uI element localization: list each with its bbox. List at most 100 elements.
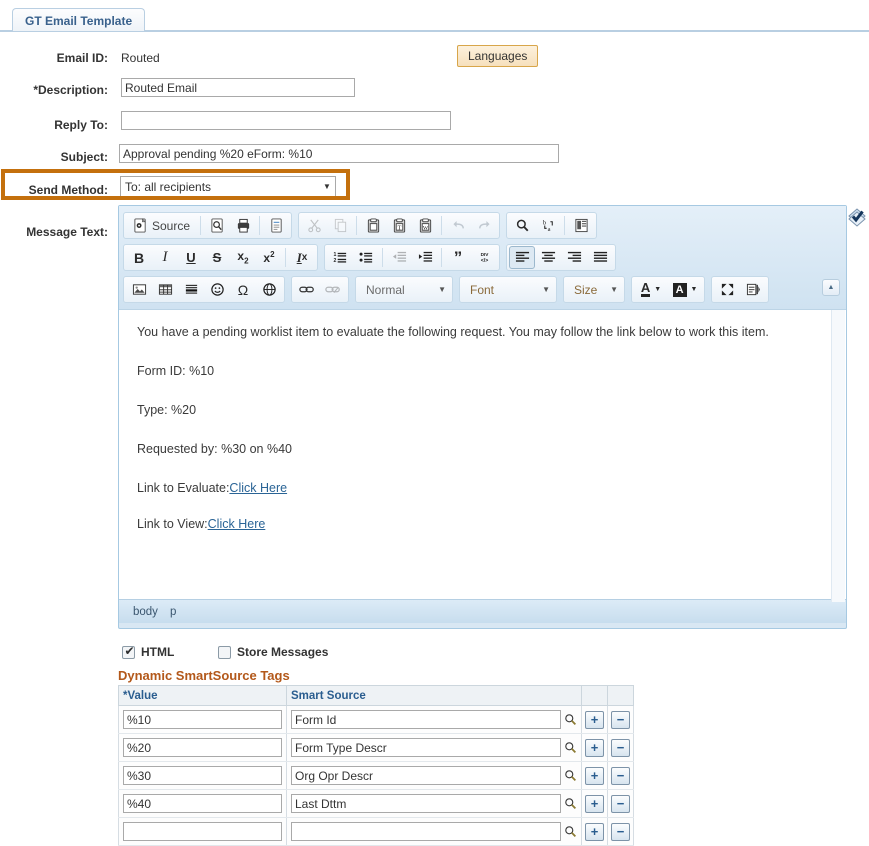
link-button[interactable] (294, 278, 320, 301)
font-family-select[interactable]: Font ▼ (459, 276, 557, 303)
value-input-4[interactable] (123, 794, 282, 813)
add-row-button-4[interactable]: + (585, 794, 604, 813)
remove-row-button-3[interactable]: − (611, 766, 630, 785)
link-view-click-here[interactable]: Click Here (208, 517, 266, 531)
blockquote-button[interactable]: ” (445, 246, 471, 269)
image-button[interactable] (126, 278, 152, 301)
text-color-button[interactable]: A ▼ (634, 278, 668, 301)
special-char-button[interactable]: Ω (230, 278, 256, 301)
remove-format-button[interactable]: Ix (289, 246, 315, 269)
value-input-3[interactable] (123, 766, 282, 785)
lookup-magnifier-icon-3[interactable] (564, 769, 577, 782)
superscript-button[interactable]: x2 (256, 246, 282, 269)
editor-toolbar: Source T W b a B I U S x2 x2 I x 1 2 ” D… (119, 206, 846, 309)
replace-button[interactable]: ba (535, 214, 561, 237)
maximize-button[interactable] (714, 278, 740, 301)
languages-button[interactable]: Languages (457, 45, 539, 67)
spellcheck-icon[interactable] (845, 205, 867, 227)
indent-button[interactable] (412, 246, 438, 269)
cell-value (118, 733, 287, 762)
select-all-button[interactable] (568, 214, 594, 237)
chevron-down-icon: ▼ (323, 182, 331, 191)
toolbar-row-2: B I U S x2 x2 Ix 12 ” DIV </> (123, 243, 842, 272)
remove-row-button-4[interactable]: − (611, 794, 630, 813)
align-left-button[interactable] (509, 246, 535, 269)
collapse-toolbar-button[interactable]: ▲ (822, 279, 840, 296)
smart-source-input-2[interactable] (291, 738, 561, 757)
cut-button[interactable] (301, 214, 327, 237)
unlink-button[interactable] (320, 278, 346, 301)
font-size-select[interactable]: Size ▼ (563, 276, 625, 303)
remove-row-button-5[interactable]: − (611, 822, 630, 841)
cell-value (118, 761, 287, 790)
show-blocks-button[interactable] (740, 278, 766, 301)
add-row-button-2[interactable]: + (585, 738, 604, 757)
editor-scrollbar[interactable] (831, 310, 845, 602)
elements-path-p[interactable]: p (170, 606, 176, 618)
italic-button[interactable]: I (152, 246, 178, 269)
redo-button[interactable] (471, 214, 497, 237)
outdent-button[interactable] (386, 246, 412, 269)
description-input[interactable] (121, 78, 355, 97)
horizontal-rule-button[interactable] (178, 278, 204, 301)
toolbar-separator (441, 216, 443, 235)
remove-row-button-2[interactable]: − (611, 738, 630, 757)
lookup-magnifier-icon-2[interactable] (564, 741, 577, 754)
underline-button[interactable]: U (178, 246, 204, 269)
bulleted-list-button[interactable] (353, 246, 379, 269)
table-icon (158, 284, 172, 295)
add-row-button-5[interactable]: + (585, 822, 604, 841)
send-method-label: Send Method: (28, 183, 108, 197)
print-button[interactable] (230, 214, 256, 237)
undo-button[interactable] (445, 214, 471, 237)
column-header-value[interactable]: *Value (118, 685, 287, 706)
div-container-button[interactable]: DIV </> (471, 246, 497, 269)
add-row-button-1[interactable]: + (585, 710, 604, 729)
subject-input[interactable] (119, 144, 559, 163)
strikethrough-button[interactable]: S (204, 246, 230, 269)
source-button[interactable]: Source (126, 214, 197, 237)
add-row-button-3[interactable]: + (585, 766, 604, 785)
paste-text-button[interactable]: T (386, 214, 412, 237)
chevron-down-icon: ▼ (438, 285, 446, 294)
iframe-button[interactable] (256, 278, 282, 301)
paste-icon (367, 218, 379, 233)
find-button[interactable] (509, 214, 535, 237)
table-button[interactable] (152, 278, 178, 301)
align-center-button[interactable] (535, 246, 561, 269)
align-justify-button[interactable] (587, 246, 613, 269)
templates-button[interactable] (263, 214, 289, 237)
smart-source-input-1[interactable] (291, 710, 561, 729)
smiley-button[interactable] (204, 278, 230, 301)
store-messages-checkbox[interactable] (218, 645, 231, 659)
paste-button[interactable] (360, 214, 386, 237)
align-right-button[interactable] (561, 246, 587, 269)
preview-button[interactable] (204, 214, 230, 237)
lookup-magnifier-icon-4[interactable] (564, 797, 577, 810)
paragraph-format-select[interactable]: Normal ▼ (355, 276, 453, 303)
value-input-1[interactable] (123, 710, 282, 729)
editor-content-area[interactable]: You have a pending worklist item to eval… (119, 309, 846, 599)
background-color-button[interactable]: A ▼ (668, 278, 702, 301)
toolbar-separator (356, 216, 358, 235)
column-header-smart-source[interactable]: Smart Source (286, 685, 582, 706)
lookup-magnifier-icon-5[interactable] (564, 825, 577, 838)
tab-gt-email-template[interactable]: GT Email Template (12, 8, 146, 31)
html-checkbox[interactable] (122, 644, 136, 659)
copy-button[interactable] (327, 214, 353, 237)
smart-source-input-3[interactable] (291, 766, 561, 785)
send-method-select[interactable]: To: all recipients ▼ (120, 176, 336, 197)
reply-to-input[interactable] (121, 111, 451, 130)
value-input-2[interactable] (123, 738, 282, 757)
smart-source-input-4[interactable] (291, 794, 561, 813)
lookup-magnifier-icon-1[interactable] (564, 713, 577, 726)
subscript-button[interactable]: x2 (230, 246, 256, 269)
subject-label: Subject: (60, 150, 108, 164)
numbered-list-button[interactable]: 12 (327, 246, 353, 269)
link-evaluate-click-here[interactable]: Click Here (229, 481, 287, 495)
cell-remove: − (607, 789, 634, 818)
remove-row-button-1[interactable]: − (611, 710, 630, 729)
paste-word-button[interactable]: W (412, 214, 438, 237)
bold-button[interactable]: B (126, 246, 152, 269)
elements-path-body[interactable]: body (133, 606, 158, 618)
